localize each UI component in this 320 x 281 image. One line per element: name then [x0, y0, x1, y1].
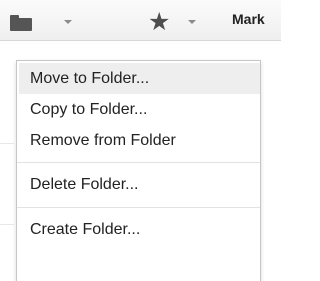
- menu-item-delete-folder[interactable]: Delete Folder...: [17, 169, 260, 200]
- mark-button-label[interactable]: Mark: [232, 11, 265, 27]
- folder-menu-button[interactable]: [10, 8, 72, 34]
- folder-dropdown-menu: Move to Folder... Copy to Folder... Remo…: [16, 60, 261, 281]
- menu-item-remove-from-folder[interactable]: Remove from Folder: [17, 125, 260, 156]
- divider: [0, 224, 14, 225]
- menu-separator: [17, 162, 260, 163]
- menu-item-move-to-folder[interactable]: Move to Folder...: [19, 63, 260, 94]
- divider: [0, 143, 14, 144]
- chevron-down-icon: [188, 20, 197, 24]
- menu-item-create-folder[interactable]: Create Folder...: [17, 214, 260, 245]
- menu-item-copy-to-folder[interactable]: Copy to Folder...: [17, 94, 260, 125]
- star-icon: ★: [148, 6, 171, 36]
- folder-icon: [10, 14, 32, 31]
- toolbar: ★ Mark: [0, 0, 281, 41]
- menu-separator: [17, 207, 260, 208]
- star-menu-button[interactable]: ★: [148, 8, 206, 34]
- chevron-down-icon: [64, 20, 72, 24]
